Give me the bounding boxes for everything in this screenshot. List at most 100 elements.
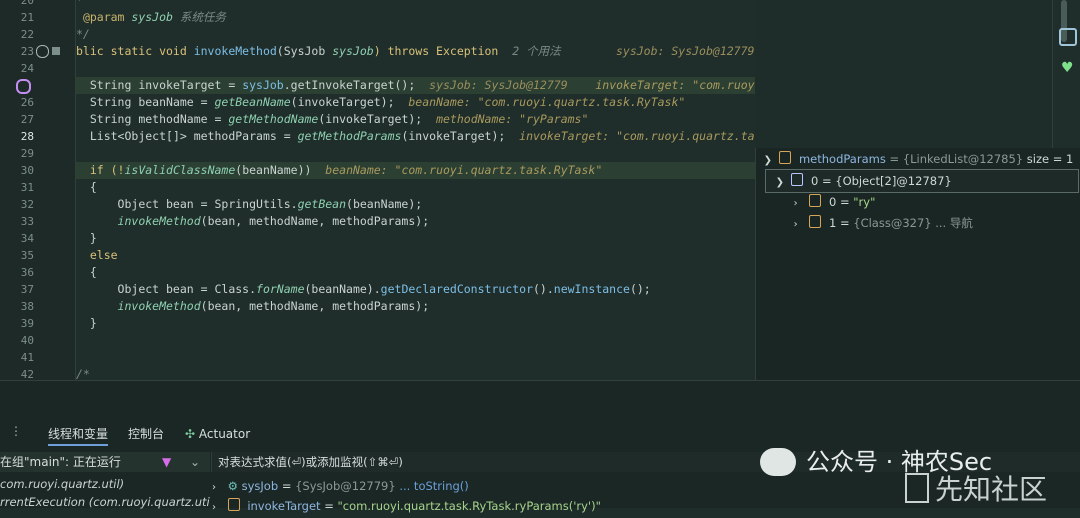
var-value: {SysJob@12779} bbox=[295, 479, 396, 493]
code-token: beanName: "com.ruoyi.quartz.task.RyTask" bbox=[408, 95, 686, 109]
code-line[interactable]: String beanName = getBeanName(invokeTarg… bbox=[76, 94, 755, 111]
code-token: { bbox=[89, 180, 97, 194]
code-line[interactable]: Object bean = Class.forName(beanName).ge… bbox=[76, 281, 755, 298]
chevron-right-icon[interactable]: › bbox=[212, 498, 224, 518]
debug-breakpoint-icon[interactable] bbox=[16, 79, 31, 94]
line-number[interactable]: 39 bbox=[0, 315, 34, 332]
tab-threads-variables[interactable]: 线程和变量 bbox=[48, 424, 109, 446]
code-token: (invokeTarget); bbox=[318, 112, 423, 126]
var-size: size = 1 bbox=[1026, 152, 1074, 166]
plugin-heart-icon[interactable]: ♥ bbox=[1061, 60, 1074, 76]
line-number[interactable]: 21 bbox=[0, 9, 34, 26]
code-token: beanName: "com.ruoyi.quartz.task.RyTask" bbox=[325, 163, 603, 177]
code-token: .getInvokeTarget(); bbox=[283, 78, 416, 92]
var-row-item0[interactable]: ❯ 0 = {Object[2]@12787} bbox=[765, 169, 1079, 193]
stack-frame[interactable]: com.ruoyi.quartz.util) bbox=[0, 475, 210, 493]
code-line[interactable] bbox=[76, 332, 755, 349]
code-token: Object bean = SpringUtils. bbox=[117, 197, 298, 211]
chevron-down-icon[interactable]: ⌄ bbox=[190, 452, 200, 472]
code-token: 系统任务 bbox=[179, 10, 226, 24]
chevron-right-icon[interactable]: › bbox=[212, 478, 224, 498]
code-line[interactable] bbox=[76, 349, 755, 366]
var-value: {Class@327} bbox=[853, 216, 932, 230]
line-number[interactable]: 29 bbox=[0, 145, 34, 162]
var-row-methodParams[interactable]: ❯ methodParams = {LinkedList@12785} size… bbox=[756, 148, 1080, 170]
line-number[interactable]: 26 bbox=[0, 94, 34, 111]
var-row-sub0[interactable]: › 0 = "ry" bbox=[756, 191, 1080, 213]
code-token: (); bbox=[629, 282, 651, 296]
line-number[interactable]: 31 bbox=[0, 179, 34, 196]
code-line[interactable]: * bbox=[76, 0, 755, 9]
line-number[interactable]: 37 bbox=[0, 281, 34, 298]
code-token: sysJob bbox=[131, 10, 173, 24]
line-number[interactable]: 30 bbox=[0, 162, 34, 179]
code-line[interactable]: @param sysJob 系统任务 bbox=[76, 9, 755, 26]
code-line[interactable]: blic static void invokeMethod(SysJob sys… bbox=[76, 43, 755, 60]
chevron-right-icon[interactable]: › bbox=[794, 214, 806, 236]
code-line[interactable] bbox=[76, 145, 755, 162]
code-token: (). bbox=[533, 282, 554, 296]
line-number[interactable]: 42 bbox=[0, 366, 34, 380]
override-marker-icon[interactable] bbox=[36, 45, 49, 58]
code-token: */ bbox=[76, 27, 90, 41]
code-line[interactable]: if (!isValidClassName(beanName)) beanNam… bbox=[76, 162, 755, 179]
var-row-invokeTarget[interactable]: › invokeTarget = "com.ruoyi.quartz.task.… bbox=[212, 496, 601, 516]
line-number[interactable]: 32 bbox=[0, 196, 34, 213]
line-number[interactable]: 20 bbox=[0, 0, 34, 9]
navigate-link[interactable]: ... 导航 bbox=[935, 216, 973, 230]
code-token: * bbox=[76, 0, 83, 7]
line-number[interactable]: 38 bbox=[0, 298, 34, 315]
line-number[interactable]: 34 bbox=[0, 230, 34, 247]
thread-selector[interactable]: 在组"main": 正在运行 ▼ ⌄ bbox=[0, 452, 210, 472]
code-line[interactable]: String methodName = getMethodName(invoke… bbox=[76, 111, 755, 128]
code-line[interactable]: else bbox=[76, 247, 755, 264]
line-number[interactable]: 33 bbox=[0, 213, 34, 230]
filter-icon[interactable]: ▼ bbox=[162, 452, 171, 472]
code-line[interactable]: */ bbox=[76, 26, 755, 43]
site-logo-icon bbox=[905, 473, 929, 503]
code-token: getMethodParams bbox=[297, 129, 402, 143]
code-line[interactable]: invokeMethod(bean, methodName, methodPar… bbox=[76, 213, 755, 230]
code-line[interactable]: { bbox=[76, 179, 755, 196]
panel-menu-icon[interactable]: ⋮ bbox=[10, 424, 22, 438]
object-icon: ⚙ bbox=[227, 479, 238, 493]
code-line[interactable]: /* bbox=[76, 366, 755, 380]
code-token: (beanName); bbox=[346, 197, 423, 211]
code-token: sysJob: SysJob@12779 bbox=[615, 44, 755, 58]
line-number[interactable]: 27 bbox=[0, 111, 34, 128]
line-number[interactable]: 23 bbox=[0, 43, 34, 60]
tab-console[interactable]: 控制台 bbox=[128, 424, 164, 444]
editor-right-strip: ♥ bbox=[1052, 0, 1080, 150]
code-line[interactable]: String invokeTarget = sysJob.getInvokeTa… bbox=[76, 77, 755, 94]
tostring-link[interactable]: ... toString() bbox=[399, 479, 468, 493]
line-number[interactable]: 28 bbox=[0, 128, 34, 145]
line-number[interactable]: 35 bbox=[0, 247, 34, 264]
code-line[interactable]: List<Object[]> methodParams = getMethodP… bbox=[76, 128, 755, 145]
ai-assistant-icon[interactable] bbox=[1059, 28, 1077, 46]
tab-actuator[interactable]: ✣ Actuator bbox=[185, 424, 250, 444]
bookmark-icon[interactable] bbox=[52, 47, 60, 55]
code-line[interactable]: Object bean = SpringUtils.getBean(beanNa… bbox=[76, 196, 755, 213]
code-token: sysJob bbox=[332, 44, 374, 58]
line-number[interactable]: 40 bbox=[0, 332, 34, 349]
line-number[interactable]: 36 bbox=[0, 264, 34, 281]
var-name: 0 bbox=[828, 195, 837, 209]
code-token: invokeMethod bbox=[117, 299, 201, 313]
code-editor[interactable]: 20 21 22 23 24 26 27 28 29 30 31 32 33 34 35 36 37 38 39 40… bbox=[0, 0, 755, 380]
code-token: (invokeTarget); bbox=[401, 129, 506, 143]
code-line[interactable] bbox=[76, 60, 755, 77]
var-row-sub1[interactable]: › 1 = {Class@327} ... 导航 bbox=[756, 212, 1080, 234]
code-line[interactable]: } bbox=[76, 315, 755, 332]
code-line[interactable]: invokeMethod(bean, methodName, methodPar… bbox=[76, 298, 755, 315]
line-number[interactable]: 41 bbox=[0, 349, 34, 366]
line-number[interactable]: 22 bbox=[0, 26, 34, 43]
line-number[interactable]: 24 bbox=[0, 60, 34, 77]
var-row-sysJob[interactable]: › ⚙ sysJob = {SysJob@12779} ... toString… bbox=[212, 476, 469, 496]
array-icon bbox=[791, 173, 804, 186]
code-line[interactable]: { bbox=[76, 264, 755, 281]
code-line[interactable]: } bbox=[76, 230, 755, 247]
code-token: (bean, methodName, methodParams); bbox=[200, 214, 430, 228]
code-token: if (! bbox=[89, 163, 125, 177]
stack-frame[interactable]: rrentExecution (com.ruoyi.quartz.util) bbox=[0, 493, 210, 511]
site-watermark-text: 先知社区 bbox=[935, 473, 1048, 506]
